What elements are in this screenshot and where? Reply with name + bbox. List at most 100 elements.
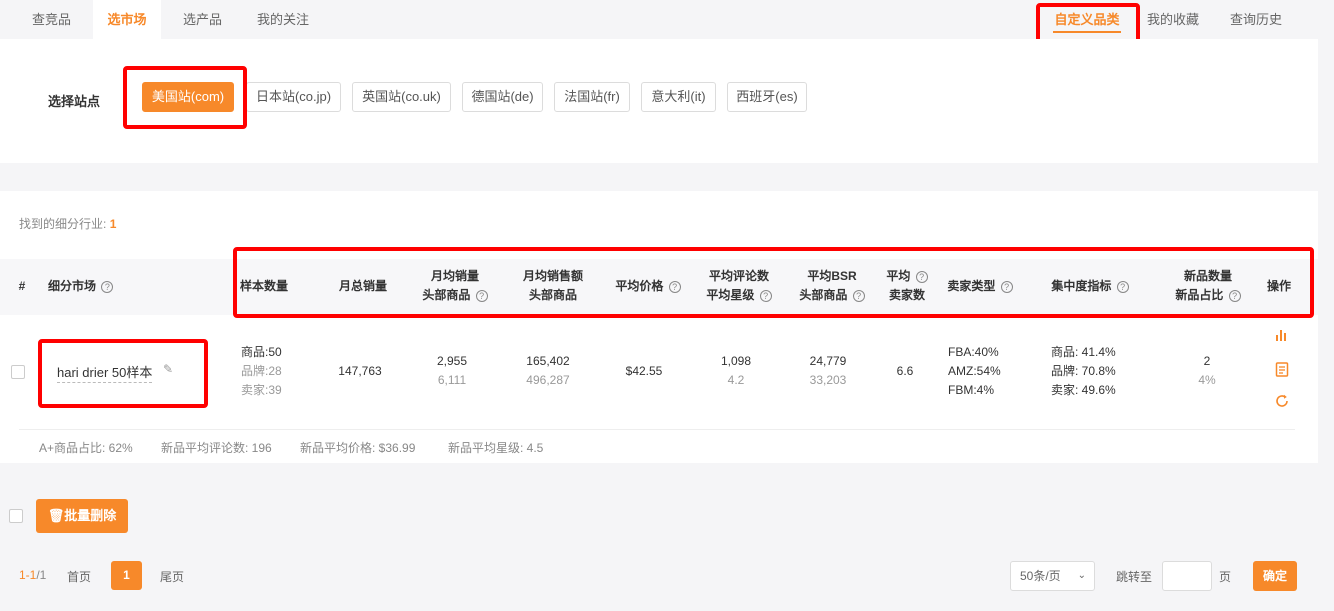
site-option-de[interactable]: 德国站(de) xyxy=(462,82,543,112)
header-avg-sales-line2-wrap: 头部商品 ? xyxy=(410,286,500,305)
avg-bsr: 24,779 xyxy=(809,354,847,368)
avg-sales-top: 6,111 xyxy=(437,373,467,387)
cell-seller-type: FBA:40% AMZ:54% FBM:4% xyxy=(948,343,1001,400)
bar-chart-icon[interactable] xyxy=(1275,328,1289,345)
site-option-us[interactable]: 美国站(com) xyxy=(142,82,234,112)
cell-avg-price: $42.55 xyxy=(625,364,663,378)
new-count: 2 xyxy=(1203,354,1211,368)
table-row: hari drier 50样本 ✎ 商品:50 品牌:28 卖家:39 147,… xyxy=(0,315,1318,429)
conc-sellers: 卖家: 49.6% xyxy=(1051,383,1116,397)
site-option-it[interactable]: 意大利(it) xyxy=(641,82,716,112)
header-avg-sales-line2: 头部商品 xyxy=(422,288,471,302)
header-avg-sellers: 平均 ? 卖家数 xyxy=(880,267,934,305)
header-avg-sellers-line1-wrap: 平均 ? xyxy=(880,267,934,286)
found-count-label: 找到的细分行业: xyxy=(19,217,107,231)
header-avg-revenue-line1: 月均销售额 xyxy=(522,269,583,283)
header-avg-bsr-line2-wrap: 头部商品 ? xyxy=(790,286,874,305)
header-avg-bsr-line1: 平均BSR xyxy=(807,269,857,283)
tab-watchlist[interactable]: 我的关注 xyxy=(244,0,322,39)
header-new-products-line2-wrap: 新品占比 ? xyxy=(1166,286,1250,305)
summary-aplus: A+商品占比: 62% xyxy=(39,441,133,455)
help-icon[interactable]: ? xyxy=(1000,280,1013,293)
header-new-products-line2: 新品占比 xyxy=(1175,288,1224,302)
conc-products: 商品: 41.4% xyxy=(1051,345,1116,359)
site-selector-label: 选择站点 xyxy=(48,94,101,109)
avg-reviews: 1,098 xyxy=(720,354,752,368)
header-seller-type-label: 卖家类型 xyxy=(947,279,996,293)
tab-custom-category-label: 自定义品类 xyxy=(1054,12,1120,27)
header-avg-sellers-line2: 卖家数 xyxy=(888,288,925,302)
tab-competitor[interactable]: 查竞品 xyxy=(19,0,84,39)
help-icon[interactable]: ? xyxy=(915,270,928,283)
pager-count: 1-1/1 xyxy=(19,568,46,582)
header-avg-reviews-line2: 平均星级 xyxy=(706,288,755,302)
help-icon[interactable]: ? xyxy=(852,289,865,302)
header-avg-sales-line1: 月均销量 xyxy=(430,269,479,283)
top-nav: 查竞品 选市场 选产品 我的关注 自定义品类 我的收藏 查询历史 xyxy=(0,0,1318,39)
header-monthly-sales: 月总销量 xyxy=(338,279,387,293)
pager-last[interactable]: 尾页 xyxy=(160,568,184,585)
conc-brands: 品牌: 70.8% xyxy=(1051,364,1116,378)
row-checkbox[interactable] xyxy=(11,365,25,379)
per-page-value: 50条/页 xyxy=(1020,569,1061,583)
market-name[interactable]: hari drier 50样本 xyxy=(57,362,153,383)
refresh-icon-svg xyxy=(1276,394,1288,407)
tab-history[interactable]: 查询历史 xyxy=(1220,0,1292,39)
seller-fbm: FBM:4% xyxy=(948,383,995,397)
found-count-value: 1 xyxy=(109,217,117,231)
header-avg-revenue: 月均销售额 头部商品 xyxy=(508,267,598,305)
cell-avg-bsr: 24,779 33,203 xyxy=(786,352,870,390)
header-new-products: 新品数量 新品占比 ? xyxy=(1166,267,1250,305)
header-avg-price-label: 平均价格 xyxy=(615,279,664,293)
cell-avg-sellers: 6.6 xyxy=(896,364,914,378)
header-avg-bsr: 平均BSR 头部商品 ? xyxy=(790,267,874,305)
sample-products: 商品:50 xyxy=(241,345,282,359)
header-market-label: 细分市场 xyxy=(48,279,97,293)
site-option-es[interactable]: 西班牙(es) xyxy=(727,82,807,112)
help-icon[interactable]: ? xyxy=(475,289,488,302)
edit-icon[interactable]: ✎ xyxy=(163,362,173,376)
page-unit-label: 页 xyxy=(1219,570,1232,584)
tab-market[interactable]: 选市场 xyxy=(93,0,161,39)
help-icon[interactable]: ? xyxy=(1228,289,1241,302)
document-icon[interactable] xyxy=(1275,362,1289,380)
header-avg-sales: 月均销量头部商品 ? xyxy=(410,267,500,305)
help-icon[interactable]: ? xyxy=(101,280,114,293)
tab-favorites[interactable]: 我的收藏 xyxy=(1138,0,1208,39)
header-market: 细分市场 ? xyxy=(48,277,114,296)
site-option-jp[interactable]: 日本站(co.jp) xyxy=(246,82,341,112)
cell-new-products: 2 4% xyxy=(1172,352,1242,390)
avg-sales: 2,955 xyxy=(436,354,468,368)
help-icon[interactable]: ? xyxy=(1116,280,1129,293)
bulk-delete-button[interactable]: 🗑批量删除 xyxy=(36,499,128,533)
jump-page-input[interactable] xyxy=(1162,561,1212,591)
tab-product[interactable]: 选产品 xyxy=(170,0,235,39)
refresh-icon[interactable] xyxy=(1275,394,1289,411)
active-underline xyxy=(1053,31,1121,33)
document-icon-svg xyxy=(1275,362,1289,377)
cell-avg-sales: 2,955 6,111 xyxy=(410,352,494,390)
header-avg-reviews-line1: 平均评论数 xyxy=(708,269,769,283)
jump-to-label: 跳转至 xyxy=(1116,570,1153,584)
site-option-fr[interactable]: 法国站(fr) xyxy=(554,82,630,112)
cell-concentration: 商品: 41.4% 品牌: 70.8% 卖家: 49.6% xyxy=(1051,343,1116,400)
select-all-checkbox[interactable] xyxy=(9,509,23,523)
header-sample: 样本数量 xyxy=(239,279,288,293)
sample-sellers: 卖家:39 xyxy=(241,383,282,397)
new-ratio: 4% xyxy=(1198,373,1216,387)
pager-current[interactable]: 1 xyxy=(111,561,142,590)
pager-first[interactable]: 首页 xyxy=(67,568,91,585)
cell-monthly-sales: 147,763 xyxy=(338,364,382,378)
tab-custom-category[interactable]: 自定义品类 xyxy=(1042,0,1132,39)
header-avg-bsr-line2: 头部商品 xyxy=(799,288,848,302)
confirm-button[interactable]: 确定 xyxy=(1253,561,1297,591)
help-icon[interactable]: ? xyxy=(668,280,681,293)
seller-amz: AMZ:54% xyxy=(948,364,1001,378)
header-ops: 操作 xyxy=(1266,279,1291,293)
header-seller-type: 卖家类型 ? xyxy=(940,277,1020,296)
avg-bsr-top: 33,203 xyxy=(809,373,847,387)
help-icon[interactable]: ? xyxy=(759,289,772,302)
site-selector-panel: 选择站点 美国站(com) 日本站(co.jp) 英国站(co.uk) 德国站(… xyxy=(0,39,1318,163)
site-option-uk[interactable]: 英国站(co.uk) xyxy=(352,82,451,112)
per-page-select[interactable]: 50条/页 ⌄ xyxy=(1010,561,1095,591)
